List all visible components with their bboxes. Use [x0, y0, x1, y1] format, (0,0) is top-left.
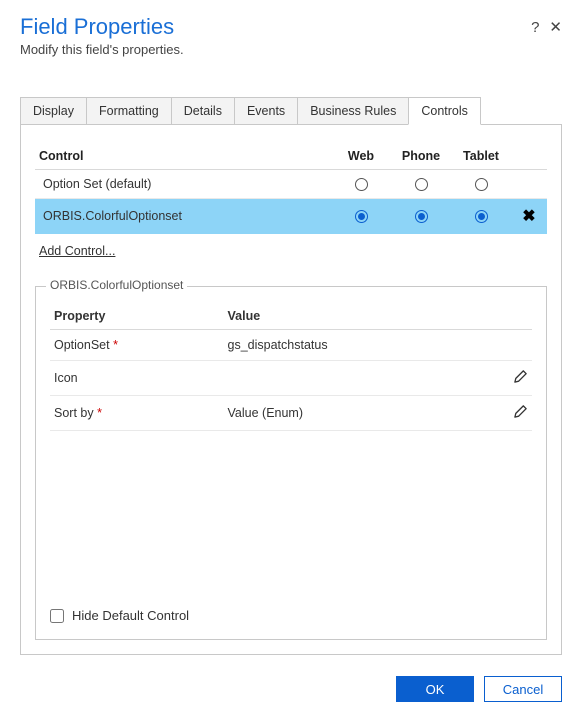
property-name: OptionSet *: [50, 330, 224, 361]
control-properties-fieldset: ORBIS.ColorfulOptionset Property Value O…: [35, 286, 547, 640]
radio-web[interactable]: [355, 210, 368, 223]
property-table: Property Value OptionSet *gs_dispatchsta…: [50, 303, 532, 431]
control-name: ORBIS.ColorfulOptionset: [35, 199, 331, 234]
tab-controls[interactable]: Controls: [408, 97, 481, 125]
col-value: Value: [224, 303, 496, 330]
fieldset-legend: ORBIS.ColorfulOptionset: [46, 278, 187, 292]
property-value: gs_dispatchstatus: [224, 330, 496, 361]
dialog-title: Field Properties: [20, 14, 184, 40]
property-row: Sort by *Value (Enum): [50, 396, 532, 431]
col-property: Property: [50, 303, 224, 330]
col-phone: Phone: [391, 143, 451, 170]
col-control: Control: [35, 143, 331, 170]
tab-display[interactable]: Display: [20, 97, 87, 124]
dialog-subtitle: Modify this field's properties.: [20, 42, 184, 57]
radio-web[interactable]: [355, 178, 368, 191]
control-phone-cell: [391, 170, 451, 199]
property-name: Sort by *: [50, 396, 224, 431]
edit-icon[interactable]: [513, 369, 528, 387]
footer-buttons: OK Cancel: [396, 676, 562, 702]
tab-events[interactable]: Events: [234, 97, 298, 124]
property-row: OptionSet *gs_dispatchstatus: [50, 330, 532, 361]
radio-tablet[interactable]: [475, 178, 488, 191]
tab-formatting[interactable]: Formatting: [86, 97, 172, 124]
remove-control-icon[interactable]: ✖: [522, 208, 535, 225]
hide-default-checkbox[interactable]: [50, 609, 64, 623]
radio-tablet[interactable]: [475, 210, 488, 223]
controls-panel: Control Web Phone Tablet Option Set (def…: [20, 125, 562, 655]
hide-default-label: Hide Default Control: [72, 608, 189, 623]
col-web: Web: [331, 143, 391, 170]
tabs-bar: DisplayFormattingDetailsEventsBusiness R…: [20, 97, 562, 125]
control-phone-cell: [391, 199, 451, 234]
radio-phone[interactable]: [415, 178, 428, 191]
tab-business-rules[interactable]: Business Rules: [297, 97, 409, 124]
control-tablet-cell: [451, 199, 511, 234]
help-icon[interactable]: ?: [531, 19, 539, 36]
control-tablet-cell: [451, 170, 511, 199]
col-action: [511, 143, 547, 170]
control-name: Option Set (default): [35, 170, 331, 199]
property-row: Icon: [50, 361, 532, 396]
control-table: Control Web Phone Tablet Option Set (def…: [35, 143, 547, 234]
close-icon[interactable]: ✕: [549, 18, 562, 36]
property-value: Value (Enum): [224, 396, 496, 431]
col-tablet: Tablet: [451, 143, 511, 170]
edit-icon[interactable]: [513, 404, 528, 422]
control-web-cell: [331, 199, 391, 234]
tab-details[interactable]: Details: [171, 97, 235, 124]
add-control-link[interactable]: Add Control...: [39, 244, 115, 258]
radio-phone[interactable]: [415, 210, 428, 223]
cancel-button[interactable]: Cancel: [484, 676, 562, 702]
control-row[interactable]: ORBIS.ColorfulOptionset ✖: [35, 199, 547, 234]
control-row[interactable]: Option Set (default): [35, 170, 547, 199]
property-name: Icon: [50, 361, 224, 396]
ok-button[interactable]: OK: [396, 676, 474, 702]
control-web-cell: [331, 170, 391, 199]
property-value: [224, 361, 496, 396]
